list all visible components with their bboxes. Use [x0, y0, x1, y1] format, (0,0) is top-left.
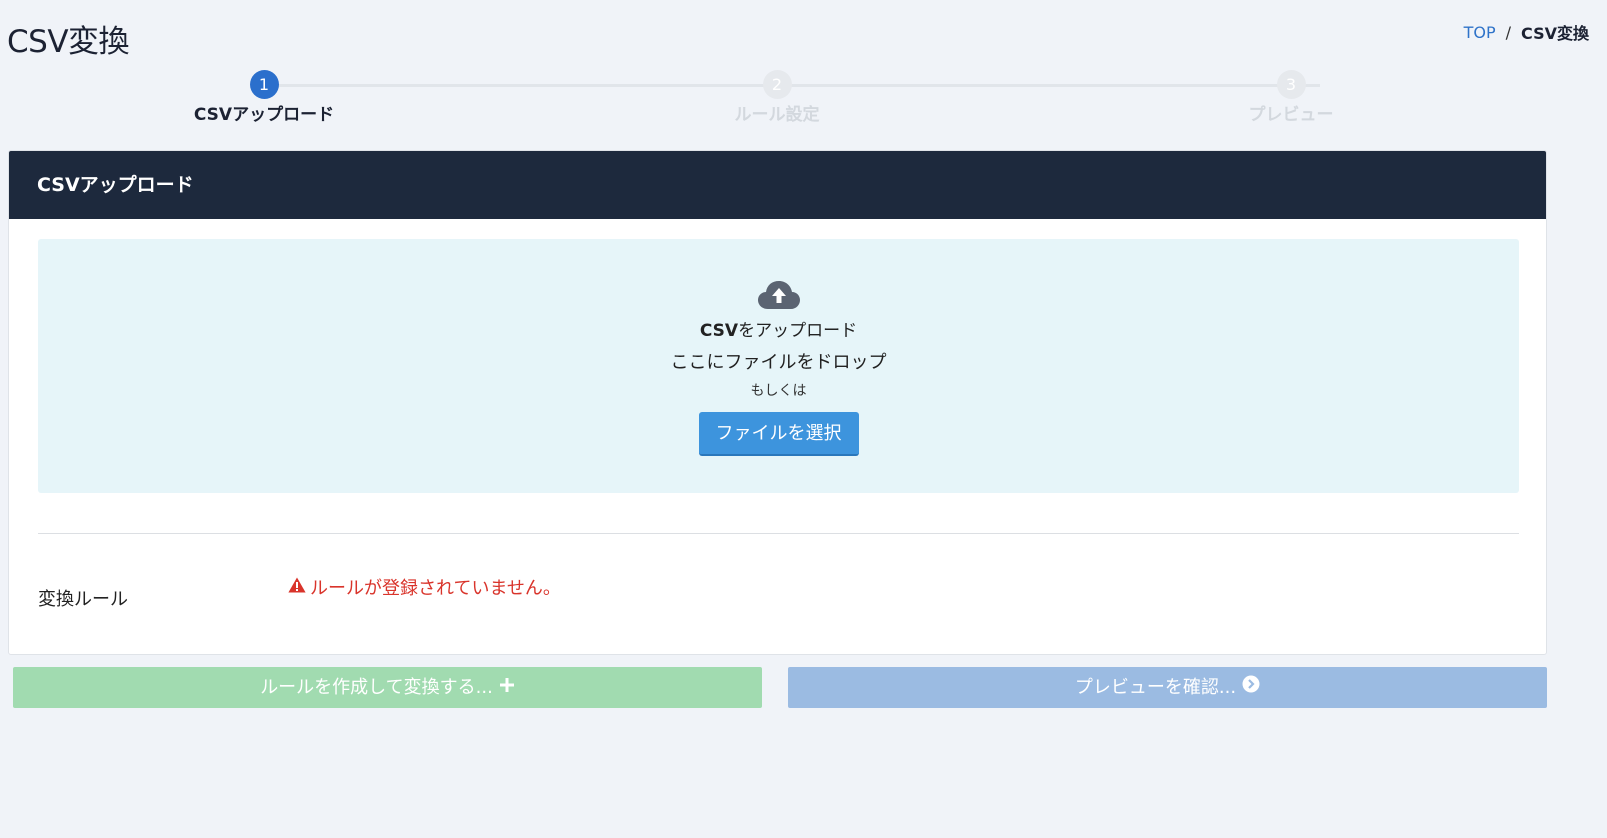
card-header-title: CSVアップロード [9, 151, 1546, 219]
step-preview: 3 プレビュー [1171, 70, 1411, 125]
file-dropzone[interactable]: CSVをアップロード ここにファイルをドロップ もしくは ファイルを選択 [38, 239, 1519, 493]
breadcrumb-separator: / [1505, 22, 1512, 42]
step-number: 1 [249, 70, 279, 99]
chevron-right-circle-icon [1242, 667, 1260, 708]
page-title: CSV変換 [7, 24, 130, 60]
plus-icon [499, 667, 515, 708]
step-rule-settings: 2 ルール設定 [657, 70, 897, 125]
dropzone-title: CSVをアップロード [699, 321, 858, 341]
warning-icon [288, 577, 306, 598]
step-label: ルール設定 [734, 105, 820, 125]
create-button-label: ルールを作成して変換する... [260, 677, 493, 698]
step-csv-upload: 1 CSVアップロード [144, 70, 384, 125]
rule-error-message: ルールが登録されていません。 [288, 574, 561, 600]
conversion-rule-label: 変換ルール [38, 589, 128, 610]
dropzone-subtitle: ここにファイルをドロップ [670, 352, 887, 373]
upload-card: CSVアップロード CSVをアップロード ここにファイルをドロップ もしくは フ… [8, 150, 1547, 655]
preview-button-label: プレビューを確認... [1074, 677, 1237, 698]
breadcrumb-current: CSV変換 [1521, 24, 1589, 43]
confirm-preview-button[interactable]: プレビューを確認... [788, 667, 1547, 708]
rule-error-text: ルールが登録されていません。 [310, 578, 561, 599]
step-label: プレビュー [1248, 105, 1334, 125]
step-number: 2 [762, 70, 792, 99]
select-file-button[interactable]: ファイルを選択 [698, 412, 859, 456]
step-number: 3 [1276, 70, 1306, 99]
stepper: 1 CSVアップロード 2 ルール設定 3 プレビュー [0, 70, 1607, 130]
breadcrumb-top-link[interactable]: TOP [1464, 23, 1496, 42]
create-rule-and-convert-button[interactable]: ルールを作成して変換する... [13, 667, 762, 708]
dropzone-or-text: もしくは [750, 383, 807, 399]
cloud-upload-icon [757, 279, 801, 315]
divider [38, 533, 1519, 534]
breadcrumb: TOP / CSV変換 [1464, 20, 1589, 44]
step-label: CSVアップロード [193, 105, 335, 125]
